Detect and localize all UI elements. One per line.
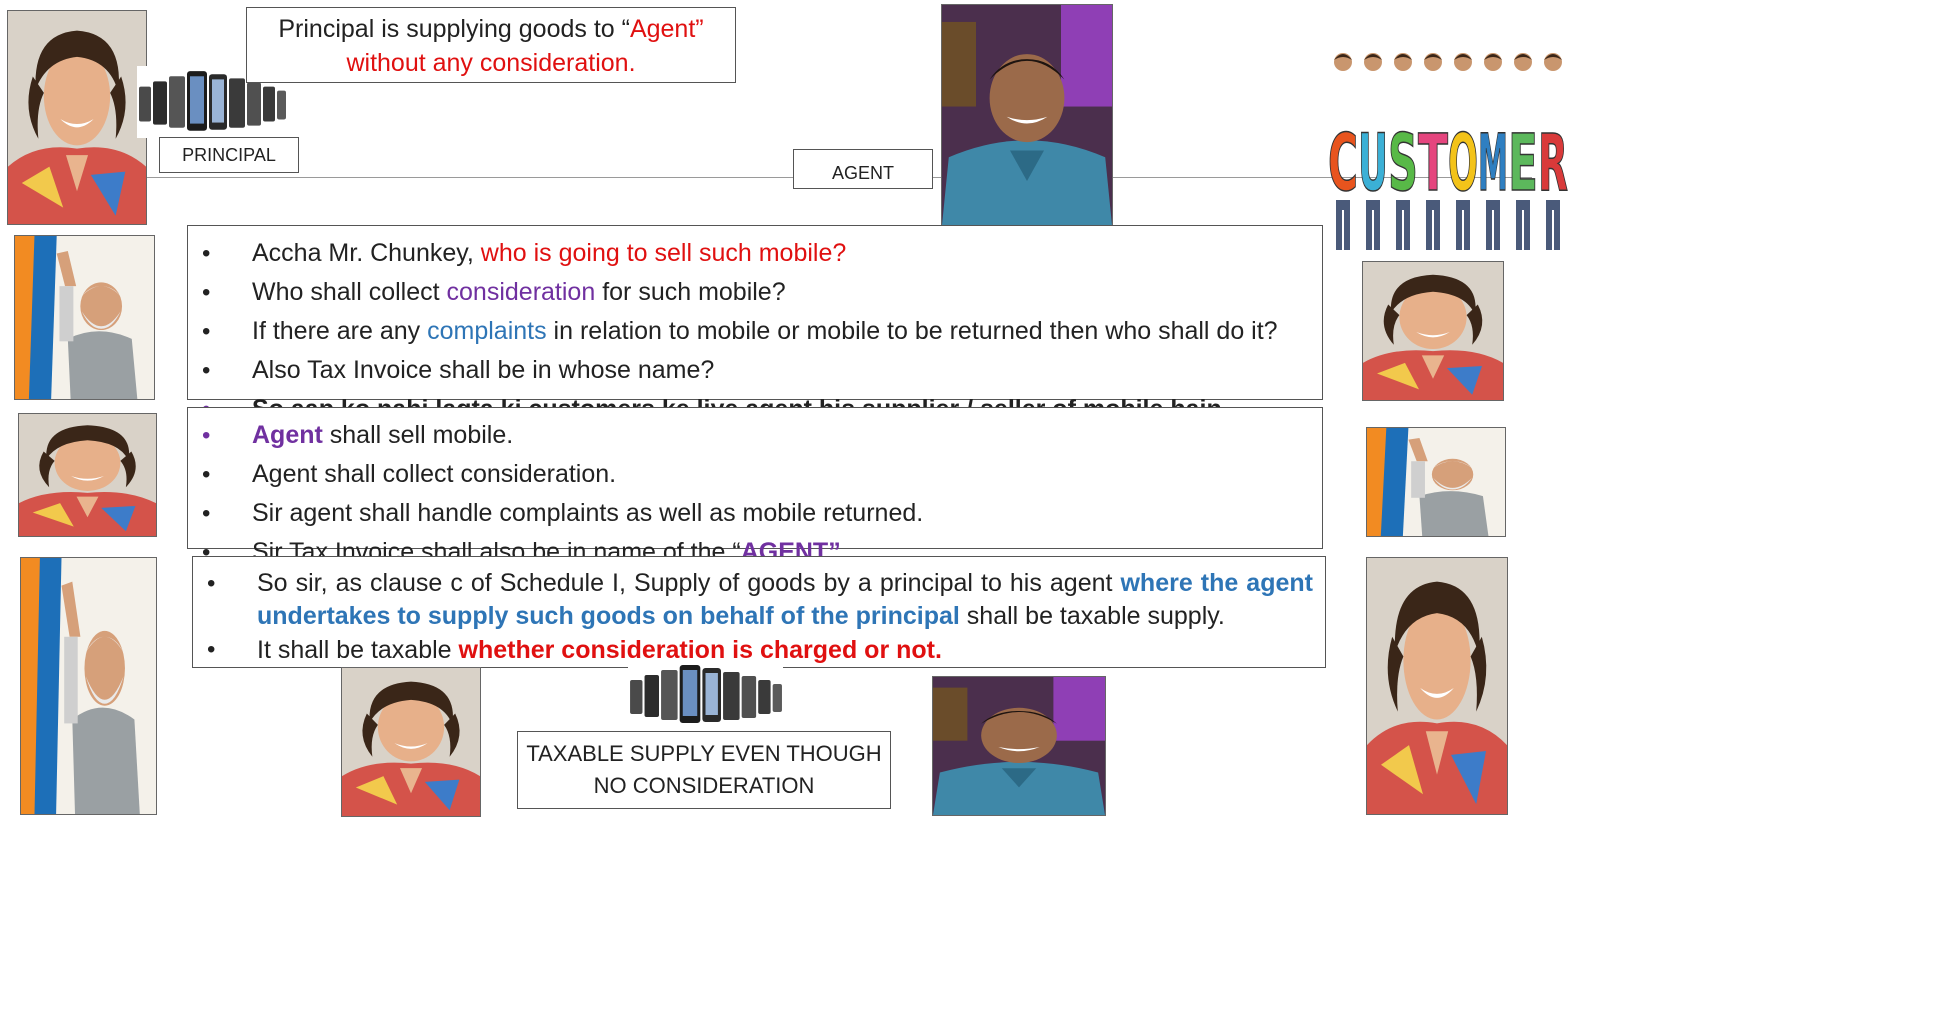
chunkey-photo-bottom-graphic <box>342 668 480 816</box>
svg-text:O: O <box>1448 119 1478 209</box>
svg-text:S: S <box>1388 119 1418 209</box>
svg-text:C: C <box>1328 119 1358 209</box>
top-note: Principal is supplying goods to “Agent” … <box>246 7 736 83</box>
customer-letter-u-1: U <box>1357 53 1389 250</box>
principal-label-text: PRINCIPAL <box>182 145 276 165</box>
taxable-supply-line1: TAXABLE SUPPLY EVEN THOUGH <box>526 741 882 766</box>
agent-photo <box>941 4 1113 226</box>
clause-schedule-statement: So sir, as clause c of Schedule I, Suppl… <box>193 567 1313 633</box>
pm-photo-right-2-graphic <box>1367 428 1505 536</box>
customer-letter-s-2: S <box>1387 53 1419 250</box>
clause-box: So sir, as clause c of Schedule I, Suppl… <box>192 556 1326 668</box>
chunkey-photo-right-1-graphic <box>1363 262 1503 400</box>
question-complaints: If there are any complaints in relation … <box>188 312 1322 351</box>
pm-photo-right-2 <box>1366 427 1506 537</box>
taxable-supply-note: TAXABLE SUPPLY EVEN THOUGH NO CONSIDERAT… <box>517 731 891 809</box>
chunkey-photo-left-2 <box>18 413 157 537</box>
customer-banner-graphic: CUSTOMER <box>1327 53 1569 250</box>
pm-photo-1 <box>14 235 155 400</box>
principal-photo <box>7 10 147 225</box>
answer-agent-complaints: Sir agent shall handle complaints as wel… <box>188 494 1322 533</box>
phones-graphic-bottom <box>628 660 783 730</box>
svg-text:M: M <box>1478 119 1508 209</box>
chunkey-photo-right-1 <box>1362 261 1504 401</box>
chunkey-photo-right-3 <box>1366 557 1508 815</box>
question-box: Accha Mr. Chunkey, who is going to sell … <box>187 225 1323 429</box>
customer-letter-c-0: C <box>1327 53 1359 250</box>
pm-photo-1-graphic <box>15 236 154 399</box>
answer-box: Agent shall sell mobile. Agent shall col… <box>187 407 1323 572</box>
top-note-agent-word: Agent” <box>629 15 704 43</box>
question-tax-invoice: Also Tax Invoice shall be in whose name? <box>188 351 1322 390</box>
customer-letter-t-3: T <box>1417 53 1449 250</box>
principal-photo-graphic <box>8 11 146 224</box>
chunkey-photo-bottom <box>341 667 481 817</box>
customer-letter-o-4: O <box>1447 53 1479 250</box>
answer-agent-collects: Agent shall collect consideration. <box>188 455 1322 494</box>
svg-text:R: R <box>1538 119 1568 209</box>
customer-banner: CUSTOMER <box>1327 40 1569 262</box>
svg-text:U: U <box>1358 119 1388 209</box>
svg-text:T: T <box>1418 119 1448 209</box>
agent-photo-graphic <box>942 5 1112 225</box>
chunkey-photo-right-3-graphic <box>1367 558 1507 814</box>
top-note-line2: without any consideration. <box>346 49 636 77</box>
pm-photo-left-3 <box>20 557 157 815</box>
taxable-supply-line2: NO CONSIDERATION <box>593 773 815 798</box>
pm-photo-left-3-graphic <box>21 558 156 814</box>
agent-photo-bottom <box>932 676 1106 816</box>
agent-photo-bottom-graphic <box>933 677 1105 815</box>
phones-image-bottom <box>628 660 783 730</box>
customer-letter-e-6: E <box>1507 53 1539 250</box>
chunkey-photo-left-2-graphic <box>19 414 156 536</box>
agent-label: AGENT <box>793 149 933 189</box>
customer-letter-r-7: R <box>1537 53 1569 250</box>
svg-text:E: E <box>1508 119 1538 209</box>
question-who-collects: Who shall collect consideration for such… <box>188 273 1322 312</box>
top-note-line1: Principal is supplying goods to “Agent” <box>247 12 735 46</box>
top-note-prefix: Principal is supplying goods to “ <box>278 15 630 43</box>
customer-letter-m-5: M <box>1477 53 1509 250</box>
question-who-sells: Accha Mr. Chunkey, who is going to sell … <box>188 234 1322 273</box>
answer-agent-sells: Agent shall sell mobile. <box>188 416 1322 455</box>
agent-label-text: AGENT <box>831 163 894 183</box>
principal-label: PRINCIPAL <box>159 137 299 173</box>
